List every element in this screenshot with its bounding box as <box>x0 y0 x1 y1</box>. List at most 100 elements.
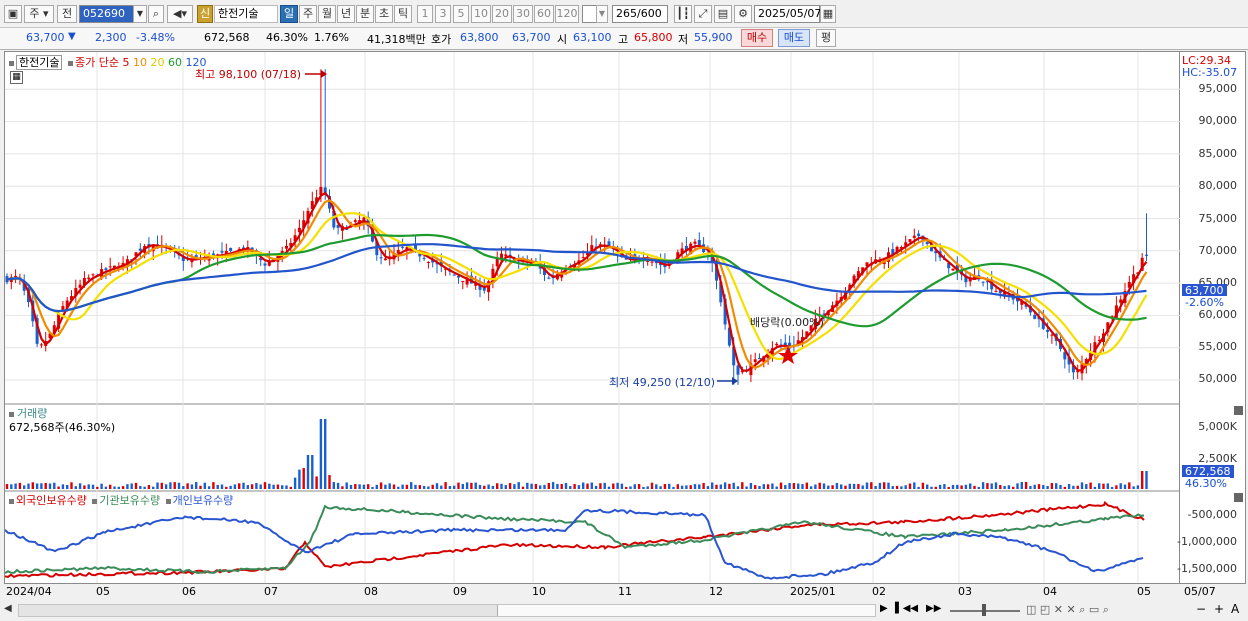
volume-bar <box>487 484 490 489</box>
volume-bar <box>642 486 645 489</box>
volume-bar <box>324 419 327 489</box>
panel-close-icon[interactable] <box>1234 493 1243 502</box>
buy-button[interactable]: 매수 <box>741 29 773 47</box>
candle-body <box>263 263 267 266</box>
volume-bar <box>96 486 99 489</box>
count-field[interactable]: 265/600 <box>612 5 668 23</box>
volume-bar <box>448 485 452 489</box>
candle-body <box>229 247 233 251</box>
next-page-icon[interactable]: ▶▶ <box>926 603 941 614</box>
volume-bar <box>1110 486 1114 489</box>
zoom-handle[interactable] <box>982 604 986 616</box>
date-input[interactable]: 2025/05/07 <box>754 5 821 23</box>
legend-stock-name: 한전기술 <box>16 55 63 70</box>
scroll-thumb[interactable] <box>497 605 875 616</box>
volume-bar <box>508 483 512 489</box>
interval-20[interactable]: 20 <box>492 5 512 23</box>
period-second[interactable]: 초 <box>375 5 393 23</box>
volume-bar <box>547 482 550 489</box>
interval-10[interactable]: 10 <box>471 5 491 23</box>
volume-bar <box>1012 486 1015 489</box>
speaker-icon[interactable]: ◀▾ <box>167 5 193 23</box>
scroll-left-icon[interactable]: ◀ <box>4 603 12 614</box>
crosshair-icon[interactable]: ⤢ <box>694 5 712 23</box>
stock-name[interactable]: 한전기술 <box>214 5 278 23</box>
interval-1[interactable]: 1 <box>417 5 433 23</box>
market-select[interactable]: 주 ▾ <box>24 5 54 23</box>
scroll-right-icon[interactable]: ▶ <box>880 603 888 614</box>
sell-button[interactable]: 매도 <box>778 29 810 47</box>
chart-area[interactable]: 한전기술 종가 단순 5 10 20 60 120 ▦ 최고 98,100 (0… <box>4 51 1181 601</box>
interval-dropdown-icon[interactable]: ▼ <box>596 5 608 23</box>
volume-bar <box>1106 483 1109 489</box>
volume-bar <box>840 484 843 489</box>
interval-5[interactable]: 5 <box>453 5 469 23</box>
period-minute[interactable]: 분 <box>356 5 374 23</box>
code-input[interactable]: 052690 <box>79 5 135 23</box>
eval-button[interactable]: 평 <box>816 29 836 47</box>
volume-bar <box>534 483 538 489</box>
volume-bar <box>48 483 52 489</box>
volume-bar <box>698 484 701 489</box>
tool-icons[interactable]: ◫ ◰ ✕ ✕ ⌕ ▭ ⌕ <box>1026 603 1109 617</box>
table-icon[interactable]: ▦ <box>10 71 23 84</box>
volume-bar <box>242 482 245 489</box>
volume-bar <box>702 482 705 489</box>
volume-bar <box>371 486 374 489</box>
period-tick[interactable]: 틱 <box>394 5 412 23</box>
save-icon[interactable]: ▤ <box>714 5 732 23</box>
candle-body <box>91 274 95 276</box>
volume-bar <box>1080 482 1084 489</box>
x-tick: 12 <box>709 585 723 598</box>
period-week[interactable]: 주 <box>299 5 317 23</box>
prev-button[interactable]: 전 <box>57 5 77 23</box>
zoom-out-icon[interactable]: − <box>1196 602 1206 616</box>
period-year[interactable]: 년 <box>337 5 355 23</box>
chart-canvas[interactable] <box>5 52 1181 601</box>
legend-foreign: 외국인보유수량 <box>16 494 87 507</box>
volume-bar <box>358 484 361 489</box>
volume-bar <box>139 485 142 489</box>
volume-bar <box>1102 483 1105 489</box>
search-icon[interactable]: ⌕ <box>148 5 164 23</box>
code-dropdown-icon[interactable]: ▼ <box>133 5 147 23</box>
y-tick: 70,000 <box>1198 244 1238 257</box>
volume-bar <box>599 483 602 489</box>
volume-bar <box>732 482 735 489</box>
period-month[interactable]: 월 <box>318 5 336 23</box>
legend-ma10: 10 <box>132 56 147 69</box>
auto-scale-icon[interactable]: A <box>1231 602 1239 616</box>
y-tick: 85,000 <box>1198 147 1238 160</box>
scroll-track[interactable] <box>18 604 876 617</box>
volume-bar <box>14 483 17 489</box>
calendar-icon[interactable]: ▦ <box>820 5 836 23</box>
candle-body <box>379 257 383 259</box>
zoom-in-icon[interactable]: + <box>1214 602 1224 616</box>
layout-icon[interactable]: ▣ <box>4 5 22 23</box>
volume-bar <box>594 485 598 489</box>
dividend-annotation: 배당락(0.00%) <box>750 316 824 329</box>
volume-bar <box>874 485 877 489</box>
settings-icon[interactable]: ⚙ <box>734 5 752 23</box>
candle-body <box>39 344 43 346</box>
current-pct-tag: -2.60% <box>1182 296 1227 309</box>
volume-bar <box>711 482 714 489</box>
volume-bar <box>186 483 189 489</box>
candle-type-icon[interactable]: ┃┇ <box>674 5 692 23</box>
panel-close-icon[interactable] <box>1234 406 1243 415</box>
candle-body <box>495 258 499 267</box>
volume-bar <box>272 484 275 489</box>
volume-bar <box>917 486 920 489</box>
volume-bar <box>530 483 533 489</box>
period-day[interactable]: 일 <box>280 5 298 23</box>
interval-3[interactable]: 3 <box>435 5 451 23</box>
volume-bar <box>887 482 890 489</box>
volume-bar <box>904 485 907 489</box>
first-page-icon[interactable]: ▌◀◀ <box>895 603 918 614</box>
volume-bar <box>969 483 972 489</box>
volume-bar <box>1020 482 1023 489</box>
volume-bar <box>715 484 718 489</box>
interval-120[interactable]: 120 <box>555 5 579 23</box>
interval-60[interactable]: 60 <box>534 5 554 23</box>
interval-30[interactable]: 30 <box>513 5 533 23</box>
